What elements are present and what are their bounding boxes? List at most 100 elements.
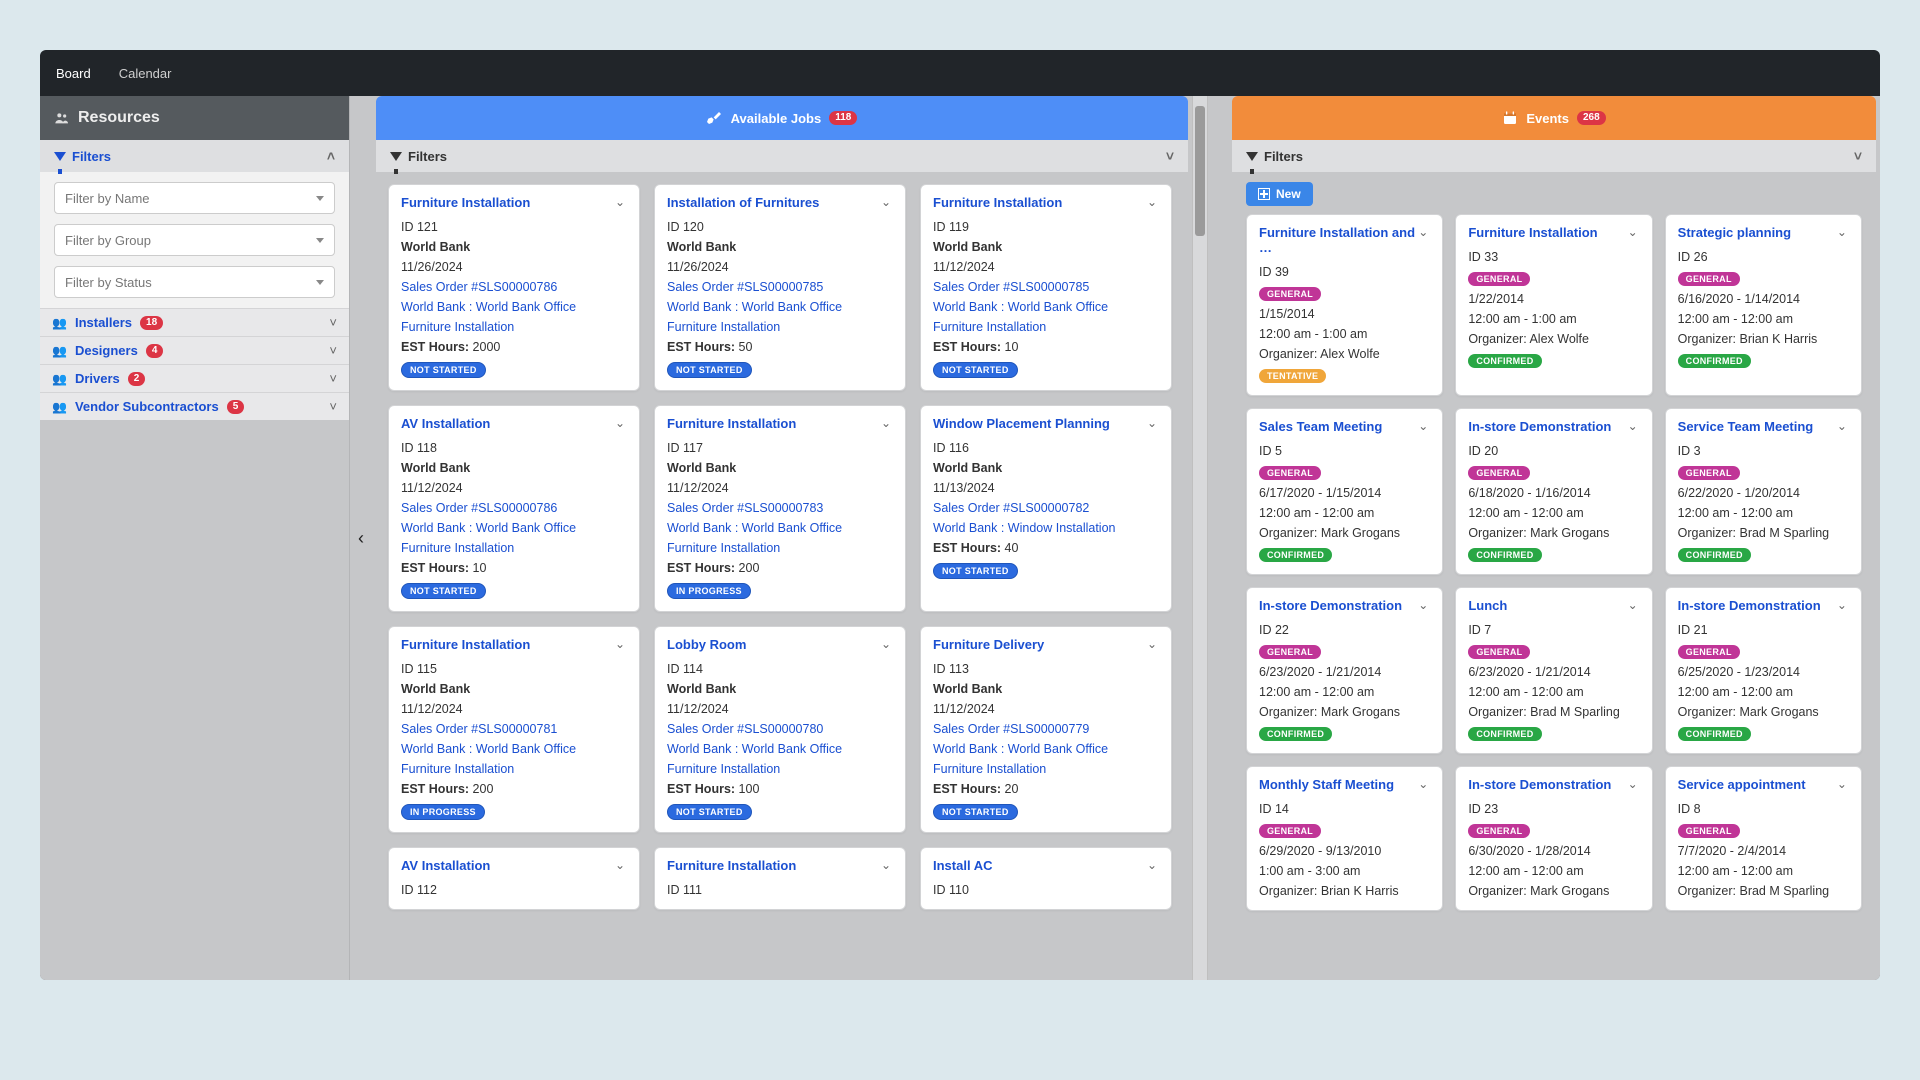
event-title: In-store Demonstration bbox=[1468, 419, 1611, 434]
card-menu-icon[interactable]: ⌄ bbox=[1626, 598, 1640, 612]
job-type-link[interactable]: Furniture Installation bbox=[401, 320, 627, 334]
job-est-hours: EST Hours: 200 bbox=[401, 782, 627, 796]
card-menu-icon[interactable]: ⌄ bbox=[879, 858, 893, 872]
job-location-link[interactable]: World Bank : World Bank Office bbox=[933, 300, 1159, 314]
event-card[interactable]: In-store Demonstration ⌄ ID 21 GENERAL 6… bbox=[1665, 587, 1862, 754]
new-event-button[interactable]: New bbox=[1246, 182, 1313, 206]
event-card[interactable]: Sales Team Meeting ⌄ ID 5 GENERAL 6/17/2… bbox=[1246, 408, 1443, 575]
collapse-resources[interactable]: ‹ bbox=[350, 96, 372, 980]
card-menu-icon[interactable]: ⌄ bbox=[1835, 419, 1849, 433]
jobs-scrollbar[interactable] bbox=[1192, 96, 1208, 980]
event-card[interactable]: Strategic planning ⌄ ID 26 GENERAL 6/16/… bbox=[1665, 214, 1862, 396]
card-menu-icon[interactable]: ⌄ bbox=[1416, 225, 1430, 239]
event-card[interactable]: In-store Demonstration ⌄ ID 23 GENERAL 6… bbox=[1455, 766, 1652, 911]
event-card[interactable]: Furniture Installation and … ⌄ ID 39 GEN… bbox=[1246, 214, 1443, 396]
jobs-filters-toggle[interactable]: Filters ˅ bbox=[376, 140, 1188, 172]
job-card[interactable]: Window Placement Planning ⌄ ID 116 World… bbox=[920, 405, 1172, 612]
job-sales-order-link[interactable]: Sales Order #SLS00000786 bbox=[401, 501, 627, 515]
resource-category-designers[interactable]: 👥 Designers 4 ˅ bbox=[40, 336, 349, 364]
card-menu-icon[interactable]: ⌄ bbox=[1835, 225, 1849, 239]
card-menu-icon[interactable]: ⌄ bbox=[1145, 195, 1159, 209]
resources-filters-toggle[interactable]: Filters ˄ bbox=[40, 140, 349, 172]
job-sales-order-link[interactable]: Sales Order #SLS00000783 bbox=[667, 501, 893, 515]
card-menu-icon[interactable]: ⌄ bbox=[879, 416, 893, 430]
card-menu-icon[interactable]: ⌄ bbox=[879, 195, 893, 209]
job-card[interactable]: Furniture Delivery ⌄ ID 113 World Bank 1… bbox=[920, 626, 1172, 833]
people-icon: 👥 bbox=[52, 316, 67, 330]
event-tag-badge: GENERAL bbox=[1678, 645, 1740, 659]
job-sales-order-link[interactable]: Sales Order #SLS00000779 bbox=[933, 722, 1159, 736]
event-card[interactable]: Service appointment ⌄ ID 8 GENERAL 7/7/2… bbox=[1665, 766, 1862, 911]
card-menu-icon[interactable]: ⌄ bbox=[879, 637, 893, 651]
job-type-link[interactable]: Furniture Installation bbox=[933, 762, 1159, 776]
card-menu-icon[interactable]: ⌄ bbox=[1835, 777, 1849, 791]
card-menu-icon[interactable]: ⌄ bbox=[1145, 858, 1159, 872]
job-type-link[interactable]: Furniture Installation bbox=[667, 541, 893, 555]
resource-category-drivers[interactable]: 👥 Drivers 2 ˅ bbox=[40, 364, 349, 392]
tab-board[interactable]: Board bbox=[50, 62, 97, 85]
job-sales-order-link[interactable]: Sales Order #SLS00000786 bbox=[401, 280, 627, 294]
job-sales-order-link[interactable]: Sales Order #SLS00000781 bbox=[401, 722, 627, 736]
job-location-link[interactable]: World Bank : Window Installation bbox=[933, 521, 1159, 535]
job-date: 11/26/2024 bbox=[401, 260, 627, 274]
job-location-link[interactable]: World Bank : World Bank Office bbox=[401, 300, 627, 314]
job-type-link[interactable]: Furniture Installation bbox=[401, 762, 627, 776]
job-location-link[interactable]: World Bank : World Bank Office bbox=[933, 742, 1159, 756]
event-dates: 1/22/2014 bbox=[1468, 292, 1639, 306]
card-menu-icon[interactable]: ⌄ bbox=[1416, 777, 1430, 791]
category-label: Vendor Subcontractors bbox=[75, 399, 219, 414]
app-window: Board Calendar Resources Filters ˄ Filte… bbox=[40, 50, 1880, 980]
job-card[interactable]: Installation of Furnitures ⌄ ID 120 Worl… bbox=[654, 184, 906, 391]
event-title: Furniture Installation bbox=[1468, 225, 1597, 240]
job-sales-order-link[interactable]: Sales Order #SLS00000785 bbox=[933, 280, 1159, 294]
event-card[interactable]: Furniture Installation ⌄ ID 33 GENERAL 1… bbox=[1455, 214, 1652, 396]
card-menu-icon[interactable]: ⌄ bbox=[613, 195, 627, 209]
job-card[interactable]: Furniture Installation ⌄ ID 119 World Ba… bbox=[920, 184, 1172, 391]
filter-group-dropdown[interactable]: Filter by Group bbox=[54, 224, 335, 256]
job-location-link[interactable]: World Bank : World Bank Office bbox=[401, 742, 627, 756]
card-menu-icon[interactable]: ⌄ bbox=[613, 637, 627, 651]
filter-name-dropdown[interactable]: Filter by Name bbox=[54, 182, 335, 214]
job-card[interactable]: Furniture Installation ⌄ ID 117 World Ba… bbox=[654, 405, 906, 612]
job-sales-order-link[interactable]: Sales Order #SLS00000782 bbox=[933, 501, 1159, 515]
card-menu-icon[interactable]: ⌄ bbox=[613, 858, 627, 872]
card-menu-icon[interactable]: ⌄ bbox=[1416, 598, 1430, 612]
card-menu-icon[interactable]: ⌄ bbox=[1416, 419, 1430, 433]
job-card[interactable]: Furniture Installation ⌄ ID 111 bbox=[654, 847, 906, 910]
job-type-link[interactable]: Furniture Installation bbox=[667, 320, 893, 334]
card-menu-icon[interactable]: ⌄ bbox=[1145, 416, 1159, 430]
card-menu-icon[interactable]: ⌄ bbox=[1626, 225, 1640, 239]
resource-category-installers[interactable]: 👥 Installers 18 ˅ bbox=[40, 308, 349, 336]
job-location-link[interactable]: World Bank : World Bank Office bbox=[401, 521, 627, 535]
filter-status-dropdown[interactable]: Filter by Status bbox=[54, 266, 335, 298]
job-type-link[interactable]: Furniture Installation bbox=[401, 541, 627, 555]
event-card[interactable]: Lunch ⌄ ID 7 GENERAL 6/23/2020 - 1/21/20… bbox=[1455, 587, 1652, 754]
job-card[interactable]: Install AC ⌄ ID 110 bbox=[920, 847, 1172, 910]
job-type-link[interactable]: Furniture Installation bbox=[933, 320, 1159, 334]
tools-icon bbox=[707, 110, 723, 126]
job-location-link[interactable]: World Bank : World Bank Office bbox=[667, 300, 893, 314]
job-type-link[interactable]: Furniture Installation bbox=[667, 762, 893, 776]
card-menu-icon[interactable]: ⌄ bbox=[1835, 598, 1849, 612]
tab-calendar[interactable]: Calendar bbox=[113, 62, 178, 85]
job-card[interactable]: AV Installation ⌄ ID 112 bbox=[388, 847, 640, 910]
scrollbar-thumb[interactable] bbox=[1195, 106, 1205, 236]
event-card[interactable]: Service Team Meeting ⌄ ID 3 GENERAL 6/22… bbox=[1665, 408, 1862, 575]
job-card[interactable]: AV Installation ⌄ ID 118 World Bank 11/1… bbox=[388, 405, 640, 612]
job-sales-order-link[interactable]: Sales Order #SLS00000780 bbox=[667, 722, 893, 736]
card-menu-icon[interactable]: ⌄ bbox=[1626, 419, 1640, 433]
card-menu-icon[interactable]: ⌄ bbox=[1145, 637, 1159, 651]
event-card[interactable]: Monthly Staff Meeting ⌄ ID 14 GENERAL 6/… bbox=[1246, 766, 1443, 911]
resource-category-vendor-subcontractors[interactable]: 👥 Vendor Subcontractors 5 ˅ bbox=[40, 392, 349, 420]
card-menu-icon[interactable]: ⌄ bbox=[613, 416, 627, 430]
job-location-link[interactable]: World Bank : World Bank Office bbox=[667, 742, 893, 756]
job-card[interactable]: Furniture Installation ⌄ ID 115 World Ba… bbox=[388, 626, 640, 833]
job-sales-order-link[interactable]: Sales Order #SLS00000785 bbox=[667, 280, 893, 294]
card-menu-icon[interactable]: ⌄ bbox=[1626, 777, 1640, 791]
job-location-link[interactable]: World Bank : World Bank Office bbox=[667, 521, 893, 535]
event-card[interactable]: In-store Demonstration ⌄ ID 20 GENERAL 6… bbox=[1455, 408, 1652, 575]
job-card[interactable]: Furniture Installation ⌄ ID 121 World Ba… bbox=[388, 184, 640, 391]
job-card[interactable]: Lobby Room ⌄ ID 114 World Bank 11/12/202… bbox=[654, 626, 906, 833]
events-filters-toggle[interactable]: Filters ˅ bbox=[1232, 140, 1876, 172]
event-card[interactable]: In-store Demonstration ⌄ ID 22 GENERAL 6… bbox=[1246, 587, 1443, 754]
